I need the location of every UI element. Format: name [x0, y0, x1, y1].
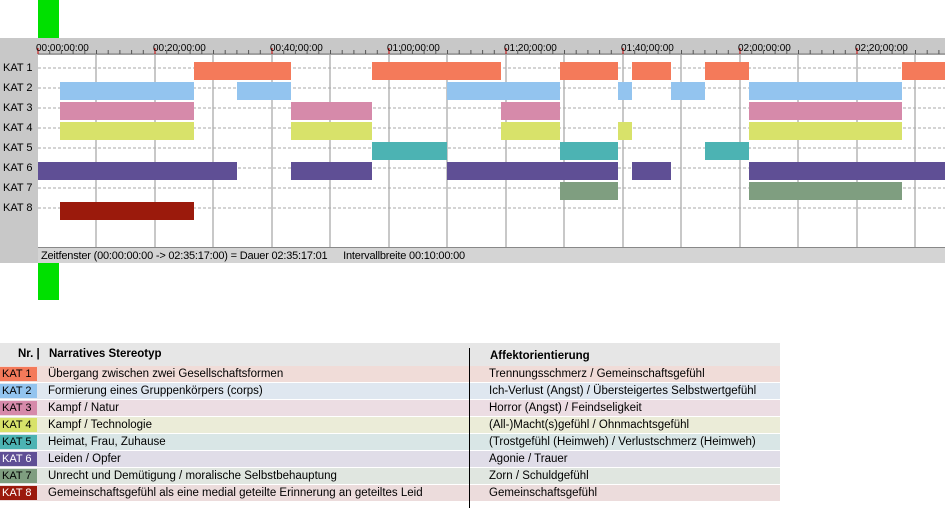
affect-text: Agonie / Trauer: [489, 453, 568, 465]
playhead-marker-bottom[interactable]: [38, 263, 59, 300]
time-label: 01:00:00:00: [387, 43, 440, 54]
row-label: KAT 3: [3, 102, 33, 114]
category-badge: KAT 8: [0, 486, 37, 500]
time-label: 01:40:00:00: [621, 43, 674, 54]
kat4-segment: [291, 122, 372, 140]
affect-text: Gemeinschaftsgefühl: [489, 487, 598, 499]
kat2-segment: [60, 82, 194, 100]
time-label: 00:20:00:00: [153, 43, 206, 54]
kat7-segment: [560, 182, 618, 200]
timeline-panel: 00:00:00:00 00:20:00:00 00:40:00:00 01:00:0…: [0, 38, 945, 263]
kat1-segment: [902, 62, 945, 80]
stereotype-text: Gemeinschaftsgefühl als eine medial gete…: [48, 487, 423, 499]
status-bar: Zeitfenster (00:00:00:00 -> 02:35:17:00)…: [38, 247, 945, 263]
kat2-segment: [618, 82, 632, 100]
kat5-segment: [560, 142, 618, 160]
kat1-segment: [632, 62, 671, 80]
row-label: KAT 2: [3, 82, 33, 94]
legend-row: KAT 3 Kampf / Natur Horror (Angst) / Feind…: [0, 400, 780, 416]
kat2-segment: [749, 82, 902, 100]
kat1-segment: [372, 62, 501, 80]
kat6-segment: [749, 162, 945, 180]
affect-text: Trennungsschmerz / Gemeinschaftsgefühl: [489, 368, 705, 380]
kat2-segment: [237, 82, 291, 100]
affect-text: Ich-Verlust (Angst) / Übersteigertes Sel…: [489, 385, 757, 397]
kat3-segment: [291, 102, 372, 120]
stereotype-text: Formierung eines Gruppenkörpers (corps): [48, 385, 263, 397]
row-label: KAT 7: [3, 182, 33, 194]
category-badge: KAT 5: [0, 435, 37, 449]
interval-width-text: Intervallbreite 00:10:00:00: [343, 250, 465, 262]
stereotype-text: Heimat, Frau, Zuhause: [48, 436, 166, 448]
category-badge: KAT 1: [0, 367, 37, 381]
legend-row: KAT 8 Gemeinschaftsgefühl als eine medial…: [0, 485, 780, 501]
stereotype-text: Kampf / Technologie: [48, 419, 152, 431]
category-legend: Nr. | Narratives Stereotyp Affektorienti…: [0, 343, 780, 509]
row-label: KAT 5: [3, 142, 33, 154]
kat7-segment: [749, 182, 902, 200]
timeline-area[interactable]: 00:00:00:00 00:20:00:00 00:40:00:00 01:00:0…: [0, 38, 945, 263]
kat4-segment: [501, 122, 560, 140]
kat4-segment: [618, 122, 632, 140]
legend-row: KAT 4 Kampf / Technologie (All-)Macht(s)ge…: [0, 417, 780, 433]
timeline-canvas[interactable]: 00:00:00:00 00:20:00:00 00:40:00:00 01:00:0…: [0, 38, 945, 247]
header-stereotype: Narratives Stereotyp: [49, 348, 162, 360]
kat6-segment: [38, 162, 237, 180]
legend-row: KAT 5 Heimat, Frau, Zuhause (Trostgefühl (…: [0, 434, 780, 450]
legend-header: Nr. | Narratives Stereotyp Affektorienti…: [0, 343, 780, 366]
kat4-segment: [749, 122, 902, 140]
header-affect: Affektorientierung: [490, 350, 590, 362]
row-label: KAT 8: [3, 202, 33, 214]
legend-row: KAT 2 Formierung eines Gruppenkörpers (co…: [0, 383, 780, 399]
kat8-segment: [60, 202, 194, 220]
kat6-segment: [632, 162, 671, 180]
stereotype-text: Unrecht und Demütigung / moralische Selb…: [48, 470, 337, 482]
kat3-segment: [501, 102, 560, 120]
kat4-segment: [60, 122, 194, 140]
legend-row: KAT 6 Leiden / Opfer Agonie / Trauer: [0, 451, 780, 467]
kat3-segment: [749, 102, 902, 120]
affect-text: Horror (Angst) / Feindseligkeit: [489, 402, 642, 414]
category-badge: KAT 3: [0, 401, 37, 415]
stereotype-text: Übergang zwischen zwei Gesellschaftsform…: [48, 368, 284, 380]
affect-text: (Trostgefühl (Heimweh) / Verlustschmerz …: [489, 436, 756, 448]
header-nr: Nr. |: [18, 348, 40, 360]
affect-text: (All-)Macht(s)gefühl / Ohnmachtsgefühl: [489, 419, 690, 431]
column-separator: [469, 348, 470, 508]
kat5-segment: [705, 142, 749, 160]
time-label: 00:40:00:00: [270, 43, 323, 54]
playhead-marker-top[interactable]: [38, 0, 59, 38]
affect-text: Zorn / Schuldgefühl: [489, 470, 589, 482]
kat3-segment: [60, 102, 194, 120]
row-label: KAT 6: [3, 162, 33, 174]
kat6-segment: [291, 162, 372, 180]
category-badge: KAT 2: [0, 384, 37, 398]
category-badge: KAT 6: [0, 452, 37, 466]
time-label: 00:00:00:00: [36, 43, 89, 54]
legend-row: KAT 1 Übergang zwischen zwei Gesellschaft…: [0, 366, 780, 382]
kat2-segment: [447, 82, 560, 100]
stereotype-text: Kampf / Natur: [48, 402, 119, 414]
category-badge: KAT 7: [0, 469, 37, 483]
kat1-segment: [705, 62, 749, 80]
kat2-segment: [671, 82, 705, 100]
time-window-text: Zeitfenster (00:00:00:00 -> 02:35:17:00)…: [41, 250, 328, 262]
time-label: 02:20:00:00: [855, 43, 908, 54]
time-label: 01:20:00:00: [504, 43, 557, 54]
category-badge: KAT 4: [0, 418, 37, 432]
row-label: KAT 4: [3, 122, 33, 134]
row-label: KAT 1: [3, 62, 33, 74]
kat1-segment: [560, 62, 618, 80]
time-label: 02:00:00:00: [738, 43, 791, 54]
stereotype-text: Leiden / Opfer: [48, 453, 121, 465]
kat5-segment: [372, 142, 447, 160]
kat1-segment: [194, 62, 291, 80]
legend-row: KAT 7 Unrecht und Demütigung / moralische…: [0, 468, 780, 484]
kat6-segment: [447, 162, 618, 180]
